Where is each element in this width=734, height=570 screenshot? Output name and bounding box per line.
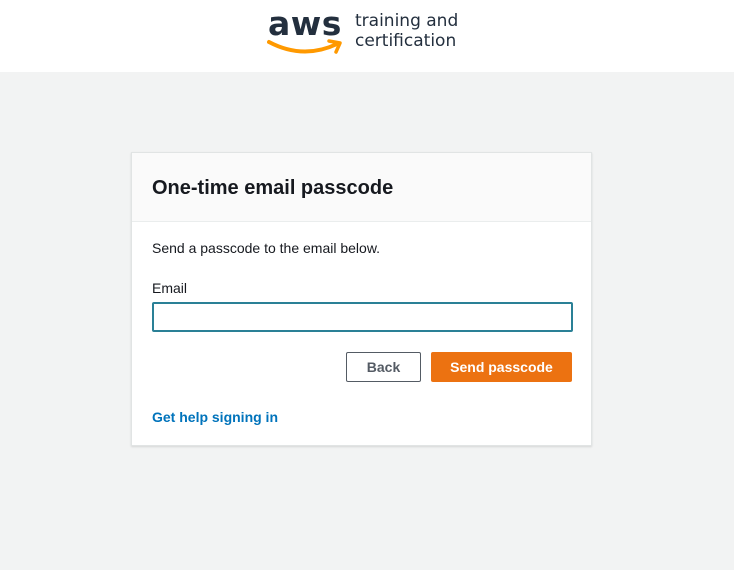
email-label: Email xyxy=(152,280,188,296)
aws-training-certification-logo: aws training and certification xyxy=(267,4,458,60)
logo-subtitle: training and certification xyxy=(355,11,458,51)
back-button[interactable]: Back xyxy=(346,352,421,382)
aws-logo-mark: aws xyxy=(267,4,347,60)
aws-smile-icon xyxy=(267,39,342,54)
logo-subtitle-line1: training and xyxy=(355,11,459,31)
card-header: One-time email passcode xyxy=(132,153,591,222)
logo-subtitle-line2: certification xyxy=(355,31,457,51)
get-help-link[interactable]: Get help signing in xyxy=(152,409,278,425)
top-bar: aws training and certification xyxy=(0,0,734,72)
instruction-text: Send a passcode to the email below. xyxy=(152,240,381,256)
send-passcode-button[interactable]: Send passcode xyxy=(431,352,572,382)
passcode-card: One-time email passcode Send a passcode … xyxy=(131,152,592,446)
page-title: One-time email passcode xyxy=(152,177,394,199)
email-field[interactable] xyxy=(152,302,573,332)
